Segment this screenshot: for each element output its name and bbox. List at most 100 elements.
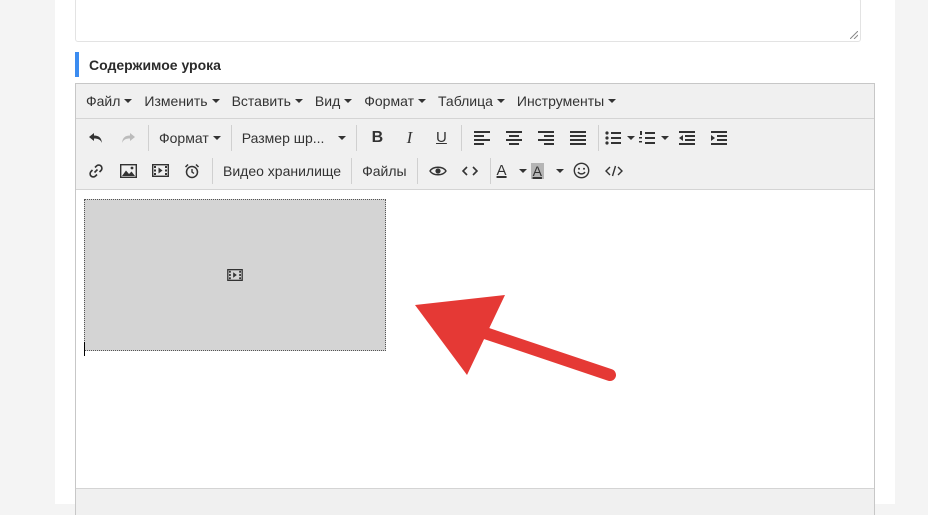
bold-icon: B [371,128,384,146]
format-dropdown[interactable]: Формат [153,124,227,152]
font-size-dropdown-label: Размер шр... [241,129,325,146]
text-color-icon: A [496,162,507,179]
section-header: Содержимое урока [75,52,221,77]
outdent-button[interactable] [673,124,701,152]
toolbar-separator [230,124,232,151]
chevron-down-icon [338,135,347,140]
resize-grip-icon[interactable] [850,31,858,39]
editor-menubar: Файл Изменить Вставить Вид Формат Таблиц… [76,84,874,119]
preview-button[interactable] [424,157,452,185]
menu-format[interactable]: Формат [358,84,432,118]
menu-label: Файл [86,93,121,109]
underline-icon: U [436,129,447,146]
toolbar-separator [212,157,213,184]
menu-label: Инструменты [516,93,605,109]
preview-icon [428,166,447,175]
toolbar-row-2: Видео хранилище Файлы A A [80,154,874,187]
toolbar-separator [598,124,600,151]
chevron-down-icon[interactable] [518,168,527,173]
background-color-button[interactable]: A [530,157,564,185]
menu-label: Вид [314,93,341,109]
section-accent-bar [75,52,79,77]
code-icon [461,165,478,176]
indent-icon [711,130,728,145]
redo-icon [122,132,135,143]
insert-media-button[interactable] [146,157,174,185]
redo-button[interactable] [114,124,142,152]
bullet-list-icon [605,130,622,145]
italic-icon: I [406,127,413,147]
toolbar-separator [489,157,491,184]
menu-view[interactable]: Вид [309,84,358,118]
editor-statusbar [76,488,874,515]
italic-button[interactable]: I [395,124,423,152]
background-color-icon: A [530,162,544,179]
video-placeholder[interactable] [84,199,386,351]
chevron-down-icon[interactable] [555,168,564,173]
outdent-icon [679,130,696,145]
toolbar-separator [461,124,463,151]
files-button[interactable]: Файлы [356,157,412,185]
chevron-down-icon[interactable] [661,135,670,140]
chevron-down-icon [294,99,303,103]
menu-label: Изменить [144,93,208,109]
toolbar-separator [351,157,353,184]
align-center-button[interactable] [500,124,528,152]
insert-image-button[interactable] [114,157,142,185]
image-icon [119,163,137,178]
align-right-icon [538,130,555,145]
align-justify-button[interactable] [564,124,592,152]
chevron-down-icon [212,135,221,140]
menu-table[interactable]: Таблица [432,84,511,118]
underline-button[interactable]: U [427,124,455,152]
indent-button[interactable] [705,124,733,152]
chevron-down-icon [608,99,617,103]
chevron-down-icon [344,99,353,103]
text-cursor [84,342,85,356]
insert-link-button[interactable] [82,157,110,185]
toolbar-separator [356,124,358,151]
font-size-dropdown[interactable]: Размер шр... [236,124,353,152]
toolbar-separator [416,157,418,184]
toolbar-separator [148,124,149,151]
source-code-icon [604,165,623,176]
chevron-down-icon [496,99,505,103]
bullet-list-button[interactable] [605,124,636,152]
source-code-button[interactable] [600,157,628,185]
link-icon [89,163,103,178]
align-right-button[interactable] [532,124,560,152]
menu-insert[interactable]: Вставить [226,84,309,118]
chevron-down-icon[interactable] [627,135,636,140]
media-icon [151,164,169,177]
menu-edit[interactable]: Изменить [138,84,225,118]
emoticons-button[interactable] [568,157,596,185]
align-justify-icon [570,130,587,145]
chevron-down-icon [124,99,133,103]
menu-tools[interactable]: Инструменты [511,84,622,118]
previous-textarea[interactable] [75,0,861,42]
undo-icon [89,132,102,143]
chevron-down-icon [211,99,220,103]
chevron-down-icon [417,99,426,103]
alarm-clock-icon [184,163,200,178]
insert-timestamp-button[interactable] [178,157,206,185]
media-icon [227,269,243,281]
bold-button[interactable]: B [363,124,391,152]
undo-button[interactable] [82,124,110,152]
numbered-list-icon [639,130,656,144]
menu-label: Формат [364,93,414,109]
align-center-icon [506,130,523,145]
code-sample-button[interactable] [456,157,484,185]
numbered-list-button[interactable] [639,124,670,152]
format-dropdown-label: Формат [159,129,209,146]
menu-label: Вставить [231,93,291,109]
video-storage-button[interactable]: Видео хранилище [217,157,347,185]
menu-label: Таблица [437,93,493,109]
align-left-icon [474,130,491,145]
section-title: Содержимое урока [89,56,221,73]
text-color-button[interactable]: A [497,157,527,185]
menu-file[interactable]: Файл [80,84,138,118]
toolbar-row-1: Формат Размер шр... B I U [80,121,874,154]
align-left-button[interactable] [468,124,496,152]
editor-toolbar: Формат Размер шр... B I U Видео хранилищ… [76,119,874,190]
